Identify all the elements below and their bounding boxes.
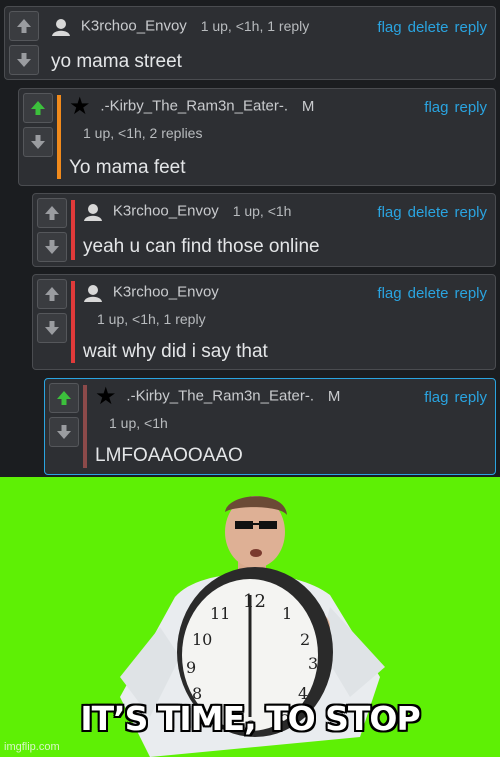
comment-4: K3rchoo_Envoy 1 up, <1h, 1 reply flag del… xyxy=(32,274,496,370)
comment-stats: 1 up, <1h xyxy=(109,415,168,431)
clock-numeral-1: 1 xyxy=(282,604,292,623)
star-icon: ★ xyxy=(95,383,117,410)
downvote-button[interactable] xyxy=(49,417,79,447)
comment-actions: flag reply xyxy=(418,99,487,116)
flag-link[interactable]: flag xyxy=(377,19,401,36)
thread-bar xyxy=(83,385,87,468)
upvote-button[interactable] xyxy=(9,11,39,41)
clock-numeral-12: 12 xyxy=(243,591,266,612)
delete-link[interactable]: delete xyxy=(408,204,449,221)
vote-controls xyxy=(49,383,79,451)
vote-controls xyxy=(37,279,67,347)
upvote-button[interactable] xyxy=(49,383,79,413)
arrow-up-icon xyxy=(45,206,59,220)
delete-link[interactable]: delete xyxy=(408,285,449,302)
comment-actions: flag delete reply xyxy=(371,19,487,36)
comment-body: yeah u can find those online xyxy=(83,236,320,257)
flag-link[interactable]: flag xyxy=(424,389,448,406)
arrow-up-icon xyxy=(17,19,31,33)
comment-stats: 1 up, <1h, 1 reply xyxy=(200,17,310,34)
arrow-down-icon xyxy=(31,135,45,149)
reply-link[interactable]: reply xyxy=(454,204,487,221)
downvote-button[interactable] xyxy=(9,45,39,75)
vote-controls xyxy=(37,198,67,266)
reply-link[interactable]: reply xyxy=(454,19,487,36)
username[interactable]: K3rchoo_Envoy xyxy=(113,203,219,220)
comment-stats: 1 up, <1h, 1 reply xyxy=(97,311,206,327)
comment-thread: K3rchoo_Envoy 1 up, <1h, 1 reply flag del… xyxy=(0,0,500,477)
comment-meta: ★ .-Kirby_The_Ram3n_Eater-. M xyxy=(69,95,314,119)
flag-link[interactable]: flag xyxy=(424,99,448,116)
clock-numeral-11: 11 xyxy=(210,604,230,623)
comment-2: ★ .-Kirby_The_Ram3n_Eater-. M 1 up, <1h,… xyxy=(18,88,496,186)
thread-bar xyxy=(71,200,75,260)
downvote-button[interactable] xyxy=(23,127,53,157)
flag-link[interactable]: flag xyxy=(377,285,401,302)
arrow-down-icon xyxy=(57,425,71,439)
reply-link[interactable]: reply xyxy=(454,99,487,116)
downvote-button[interactable] xyxy=(37,313,67,343)
arrow-up-icon xyxy=(31,101,45,115)
imgflip-watermark: imgflip.com xyxy=(4,741,60,753)
comment-body: LMFOAAOOAAO xyxy=(95,445,243,466)
flag-link[interactable]: flag xyxy=(377,204,401,221)
clock-numeral-3: 3 xyxy=(308,654,318,673)
comment-meta: K3rchoo_Envoy 1 up, <1h xyxy=(83,202,291,222)
comment-body: yo mama street xyxy=(51,51,182,72)
comment-body: wait why did i say that xyxy=(83,341,268,362)
arrow-up-icon xyxy=(45,287,59,301)
username[interactable]: .-Kirby_The_Ram3n_Eater-. xyxy=(126,388,314,405)
delete-link[interactable]: delete xyxy=(408,19,449,36)
comment-actions: flag delete reply xyxy=(371,204,487,221)
mod-badge: M xyxy=(327,387,341,405)
vote-controls xyxy=(23,93,53,161)
comment-actions: flag delete reply xyxy=(371,285,487,302)
thread-bar xyxy=(71,281,75,363)
clock-numeral-2: 2 xyxy=(300,630,310,649)
comment-meta: K3rchoo_Envoy 1 up, <1h, 1 reply xyxy=(51,17,309,37)
clock-numeral-10: 10 xyxy=(192,630,212,649)
reply-link[interactable]: reply xyxy=(454,285,487,302)
downvote-button[interactable] xyxy=(37,232,67,262)
comment-3: K3rchoo_Envoy 1 up, <1h flag delete reply … xyxy=(32,193,496,267)
thread-bar xyxy=(57,95,61,179)
arrow-down-icon xyxy=(45,240,59,254)
vote-controls xyxy=(9,11,39,79)
comment-meta: K3rchoo_Envoy xyxy=(83,283,219,303)
upvote-button[interactable] xyxy=(23,93,53,123)
comment-body: Yo mama feet xyxy=(69,157,186,178)
upvote-button[interactable] xyxy=(37,198,67,228)
arrow-down-icon xyxy=(17,53,31,67)
comment-meta: ★ .-Kirby_The_Ram3n_Eater-. M xyxy=(95,385,340,409)
arrow-down-icon xyxy=(45,321,59,335)
upvote-button[interactable] xyxy=(37,279,67,309)
username[interactable]: K3rchoo_Envoy xyxy=(81,18,187,35)
mod-badge: M xyxy=(301,97,315,115)
arrow-up-icon xyxy=(57,391,71,405)
username[interactable]: K3rchoo_Envoy xyxy=(113,284,219,301)
username[interactable]: .-Kirby_The_Ram3n_Eater-. xyxy=(100,98,288,115)
comment-1: K3rchoo_Envoy 1 up, <1h, 1 reply flag del… xyxy=(4,6,496,80)
user-icon xyxy=(84,285,102,302)
star-icon: ★ xyxy=(69,93,91,120)
meme-image: 12 1 2 3 4 5 6 7 8 9 10 11 IT’S TIME, TO… xyxy=(0,477,500,757)
comment-stats: 1 up, <1h xyxy=(232,202,292,219)
clock-numeral-9: 9 xyxy=(186,658,196,677)
comment-actions: flag reply xyxy=(418,389,487,406)
comment-stats: 1 up, <1h, 2 replies xyxy=(83,125,203,141)
reply-link[interactable]: reply xyxy=(454,389,487,406)
comment-5: ★ .-Kirby_The_Ram3n_Eater-. M 1 up, <1h … xyxy=(44,378,496,475)
user-icon xyxy=(84,204,102,221)
meme-caption: IT’S TIME, TO STOP xyxy=(80,699,420,738)
user-icon xyxy=(52,19,70,36)
